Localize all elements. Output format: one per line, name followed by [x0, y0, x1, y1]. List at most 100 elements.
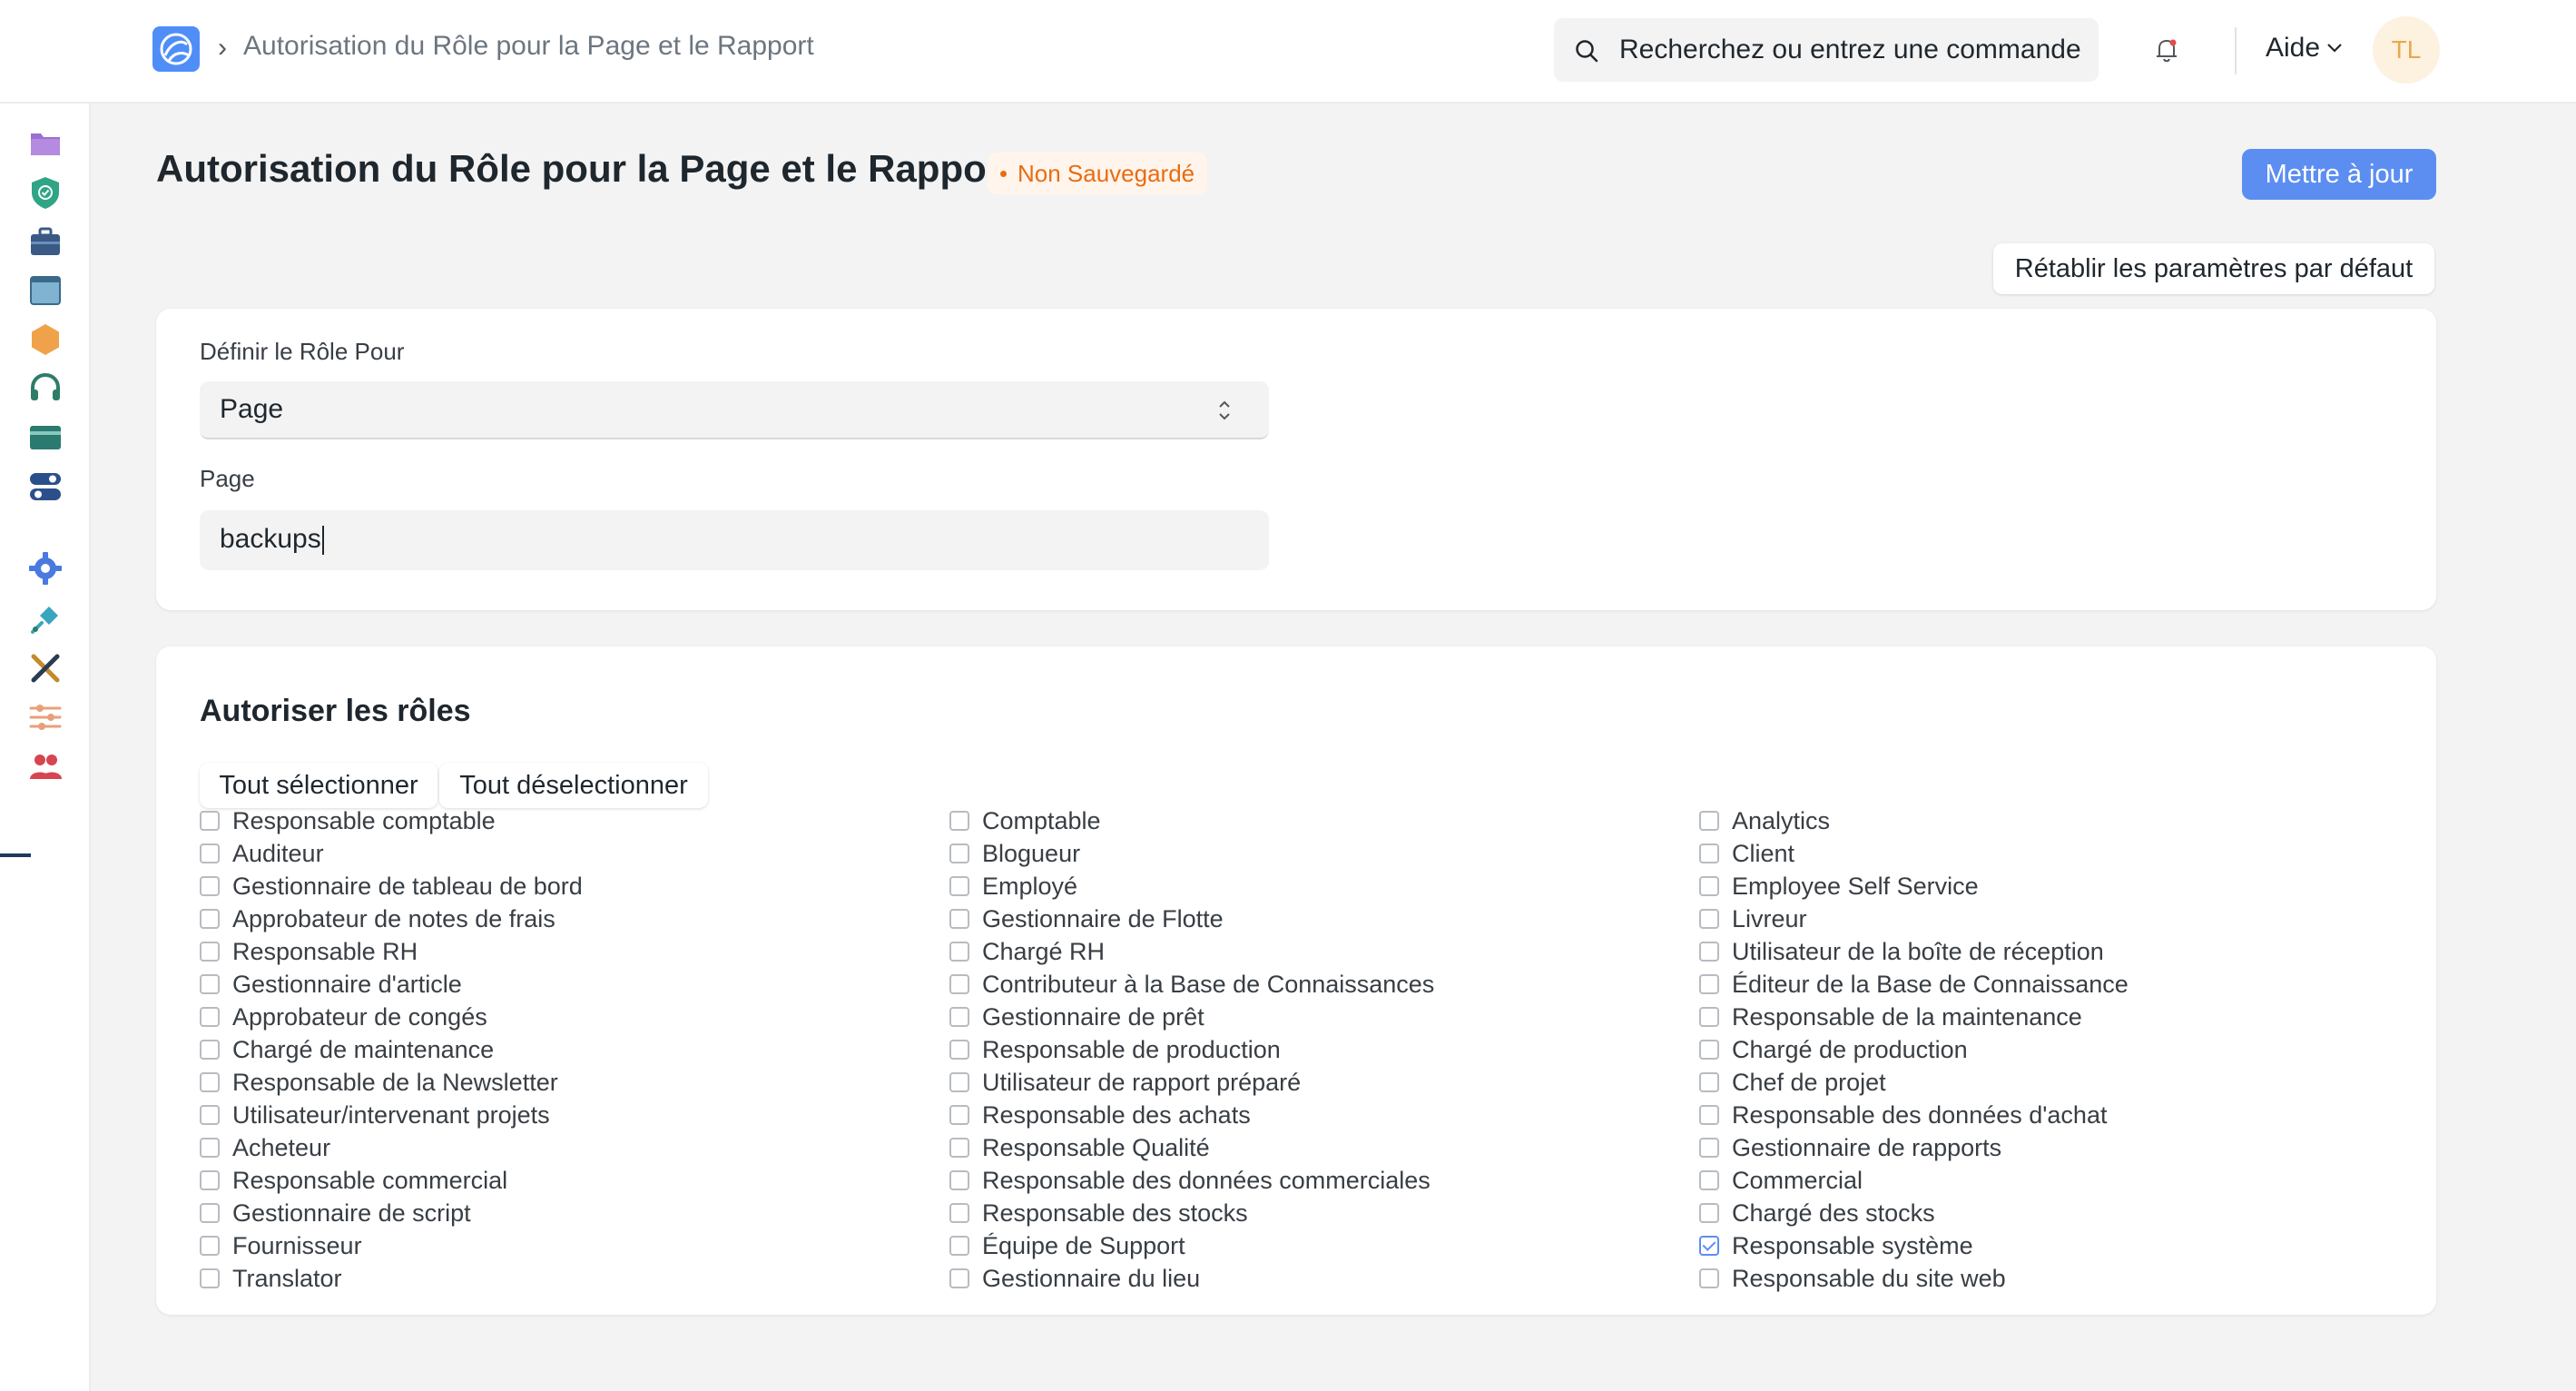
- role-checkbox[interactable]: [949, 974, 969, 994]
- role-checkbox-item[interactable]: Responsable des achats: [949, 1099, 1251, 1131]
- users-icon[interactable]: [27, 748, 64, 784]
- role-checkbox-item[interactable]: Contributeur à la Base de Connaissances: [949, 968, 1434, 1001]
- search-bar[interactable]: Recherchez ou entrez une commande: [1554, 18, 2099, 82]
- role-checkbox-item[interactable]: Responsable système: [1699, 1229, 1973, 1262]
- role-checkbox-item[interactable]: Livreur: [1699, 903, 1807, 935]
- role-checkbox-item[interactable]: Chef de projet: [1699, 1066, 1886, 1099]
- role-checkbox-item[interactable]: Client: [1699, 837, 1794, 870]
- role-checkbox-item[interactable]: Responsable des données d'achat: [1699, 1099, 2107, 1131]
- role-checkbox[interactable]: [1699, 1236, 1719, 1256]
- role-checkbox[interactable]: [1699, 909, 1719, 929]
- role-checkbox[interactable]: [949, 1040, 969, 1060]
- role-checkbox-item[interactable]: Translator: [200, 1262, 342, 1295]
- briefcase-icon[interactable]: [27, 223, 64, 260]
- role-checkbox-item[interactable]: Utilisateur de rapport préparé: [949, 1066, 1301, 1099]
- role-checkbox-item[interactable]: Éditeur de la Base de Connaissance: [1699, 968, 2129, 1001]
- role-checkbox-item[interactable]: Responsable des données commerciales: [949, 1164, 1431, 1197]
- help-dropdown[interactable]: Aide: [2266, 33, 2320, 64]
- role-checkbox[interactable]: [1699, 942, 1719, 962]
- sliders-icon[interactable]: [27, 699, 64, 735]
- headset-icon[interactable]: [27, 370, 64, 407]
- role-checkbox-item[interactable]: Approbateur de notes de frais: [200, 903, 556, 935]
- role-checkbox[interactable]: [949, 1268, 969, 1288]
- role-checkbox-item[interactable]: Gestionnaire de prêt: [949, 1001, 1204, 1033]
- role-checkbox-item[interactable]: Équipe de Support: [949, 1229, 1185, 1262]
- role-checkbox-item[interactable]: Chargé de production: [1699, 1033, 1968, 1066]
- page-input[interactable]: backups: [200, 510, 1269, 570]
- role-checkbox[interactable]: [1699, 1138, 1719, 1158]
- role-checkbox[interactable]: [1699, 1072, 1719, 1092]
- role-checkbox-item[interactable]: Gestionnaire d'article: [200, 968, 462, 1001]
- role-checkbox[interactable]: [1699, 843, 1719, 863]
- role-checkbox[interactable]: [200, 1236, 220, 1256]
- role-checkbox[interactable]: [949, 1072, 969, 1092]
- role-checkbox-item[interactable]: Responsable Qualité: [949, 1131, 1210, 1164]
- role-checkbox[interactable]: [949, 1138, 969, 1158]
- role-checkbox-item[interactable]: Utilisateur de la boîte de réception: [1699, 935, 2104, 968]
- tools-icon[interactable]: [27, 650, 64, 686]
- role-checkbox-item[interactable]: Gestionnaire de rapports: [1699, 1131, 2001, 1164]
- role-checkbox-item[interactable]: Responsable commercial: [200, 1164, 507, 1197]
- role-checkbox[interactable]: [200, 909, 220, 929]
- toggle-icon[interactable]: [27, 469, 64, 505]
- role-checkbox[interactable]: [200, 811, 220, 831]
- role-checkbox[interactable]: [949, 843, 969, 863]
- role-checkbox[interactable]: [200, 1170, 220, 1190]
- role-checkbox-item[interactable]: Gestionnaire du lieu: [949, 1262, 1200, 1295]
- role-checkbox-item[interactable]: Utilisateur/intervenant projets: [200, 1099, 550, 1131]
- role-checkbox[interactable]: [1699, 974, 1719, 994]
- role-checkbox[interactable]: [1699, 1105, 1719, 1125]
- role-checkbox[interactable]: [1699, 1007, 1719, 1027]
- folder-icon[interactable]: [27, 125, 64, 162]
- role-checkbox[interactable]: [1699, 1170, 1719, 1190]
- role-checkbox-item[interactable]: Responsable des stocks: [949, 1197, 1248, 1229]
- role-checkbox[interactable]: [200, 1007, 220, 1027]
- role-checkbox[interactable]: [1699, 1203, 1719, 1223]
- role-checkbox-item[interactable]: Auditeur: [200, 837, 324, 870]
- role-checkbox[interactable]: [949, 942, 969, 962]
- role-checkbox[interactable]: [949, 1236, 969, 1256]
- window-icon[interactable]: [27, 272, 64, 309]
- set-role-for-select[interactable]: Page: [200, 381, 1269, 439]
- role-checkbox-item[interactable]: Responsable du site web: [1699, 1262, 2006, 1295]
- role-checkbox-item[interactable]: Gestionnaire de script: [200, 1197, 471, 1229]
- role-checkbox-item[interactable]: Gestionnaire de Flotte: [949, 903, 1224, 935]
- role-checkbox[interactable]: [200, 1203, 220, 1223]
- role-checkbox[interactable]: [200, 1072, 220, 1092]
- role-checkbox-item[interactable]: Responsable de production: [949, 1033, 1281, 1066]
- role-checkbox-item[interactable]: Responsable comptable: [200, 804, 496, 837]
- role-checkbox[interactable]: [200, 942, 220, 962]
- role-checkbox-item[interactable]: Chargé RH: [949, 935, 1105, 968]
- role-checkbox-item[interactable]: Blogueur: [949, 837, 1080, 870]
- role-checkbox-item[interactable]: Chargé des stocks: [1699, 1197, 1935, 1229]
- role-checkbox-item[interactable]: Responsable de la maintenance: [1699, 1001, 2082, 1033]
- role-checkbox[interactable]: [200, 843, 220, 863]
- breadcrumb[interactable]: Autorisation du Rôle pour la Page et le …: [243, 31, 814, 62]
- role-checkbox[interactable]: [200, 1268, 220, 1288]
- role-checkbox-item[interactable]: Fournisseur: [200, 1229, 362, 1262]
- gear-icon[interactable]: [27, 550, 64, 587]
- update-button[interactable]: Mettre à jour: [2242, 149, 2436, 200]
- role-checkbox[interactable]: [1699, 1040, 1719, 1060]
- chevron-down-icon[interactable]: [2325, 42, 2344, 54]
- avatar[interactable]: TL: [2373, 16, 2440, 84]
- role-checkbox-item[interactable]: Employé: [949, 870, 1077, 903]
- role-checkbox-item[interactable]: Commercial: [1699, 1164, 1863, 1197]
- shield-icon[interactable]: [27, 174, 64, 211]
- role-checkbox[interactable]: [200, 876, 220, 896]
- role-checkbox[interactable]: [949, 1105, 969, 1125]
- role-checkbox-item[interactable]: Responsable RH: [200, 935, 418, 968]
- role-checkbox[interactable]: [200, 1105, 220, 1125]
- role-checkbox[interactable]: [949, 811, 969, 831]
- hexagon-icon[interactable]: [27, 321, 64, 358]
- role-checkbox[interactable]: [200, 974, 220, 994]
- role-checkbox-item[interactable]: Gestionnaire de tableau de bord: [200, 870, 583, 903]
- role-checkbox[interactable]: [200, 1138, 220, 1158]
- role-checkbox-item[interactable]: Acheteur: [200, 1131, 330, 1164]
- role-checkbox[interactable]: [1699, 876, 1719, 896]
- reset-defaults-button[interactable]: Rétablir les paramètres par défaut: [1993, 243, 2434, 294]
- role-checkbox[interactable]: [949, 876, 969, 896]
- role-checkbox[interactable]: [949, 1203, 969, 1223]
- notification-bell-icon[interactable]: [2151, 35, 2182, 65]
- role-checkbox-item[interactable]: Employee Self Service: [1699, 870, 1979, 903]
